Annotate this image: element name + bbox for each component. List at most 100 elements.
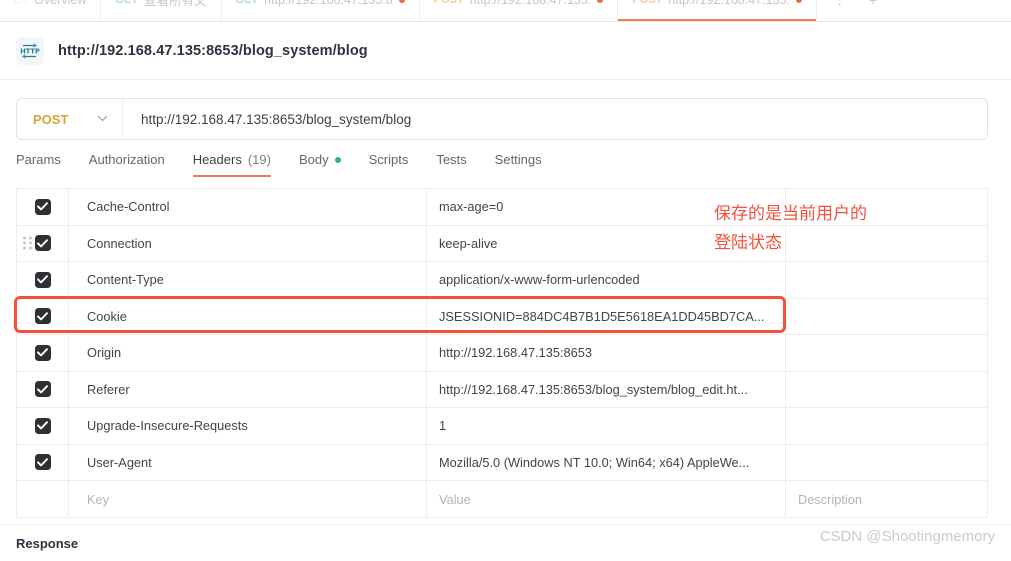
tab-method: POST [434, 0, 464, 6]
tab-label: http://192.168.47.135: [668, 0, 790, 7]
header-key[interactable]: Referer [69, 371, 427, 407]
tab-scripts[interactable]: Scripts [355, 152, 423, 177]
svg-text:HTTP: HTTP [20, 47, 40, 55]
page-title: http://192.168.47.135:8653/blog_system/b… [58, 42, 368, 59]
header-key[interactable]: Connection [69, 225, 427, 261]
tab-label: Tests [436, 152, 467, 167]
tab-tests[interactable]: Tests [422, 152, 480, 177]
tab-headers[interactable]: Headers (19) [179, 152, 285, 177]
tab-method: GET [115, 0, 138, 6]
checkbox-checked-icon[interactable] [34, 308, 51, 325]
url-input[interactable]: http://192.168.47.135:8653/blog_system/b… [123, 112, 987, 127]
tab-settings[interactable]: Settings [481, 152, 556, 177]
header-key[interactable]: User-Agent [69, 444, 427, 480]
method-select[interactable]: POST [17, 99, 123, 139]
method-label: POST [33, 111, 69, 127]
tab-label: Overview [34, 0, 86, 7]
chevron-down-icon [97, 114, 108, 125]
table-row[interactable]: Content-Type application/x-www-form-urle… [17, 262, 987, 299]
header-description[interactable] [786, 299, 987, 335]
checkbox-checked-icon[interactable] [34, 271, 51, 288]
header-description[interactable] [786, 262, 987, 298]
tab-label: 查看所有文 [143, 0, 207, 8]
checkbox-checked-icon[interactable] [34, 198, 51, 215]
drag-handle-icon[interactable] [23, 236, 32, 250]
row-enable-cell[interactable] [17, 444, 69, 480]
new-key-input[interactable]: Key [69, 481, 427, 517]
postman-request-screen: ◌◌ Overview GET 查看所有文 GET http://192.168… [0, 0, 1011, 561]
http-icon: HTTP [16, 36, 44, 65]
checkbox-checked-icon[interactable] [34, 454, 51, 471]
header-value[interactable]: 1 [427, 408, 786, 444]
checkbox-checked-icon[interactable] [34, 417, 51, 434]
checkbox-checked-icon[interactable] [34, 344, 51, 361]
response-label: Response [16, 535, 79, 551]
tab-method: POST [632, 0, 662, 6]
tab-body[interactable]: Body [285, 152, 355, 177]
checkbox-checked-icon[interactable] [34, 381, 51, 398]
request-section-tabs[interactable]: Params Authorization Headers (19) Body S… [16, 152, 988, 188]
table-row[interactable]: Referer http://192.168.47.135:8653/blog_… [17, 371, 987, 408]
url-bar[interactable]: POST http://192.168.47.135:8653/blog_sys… [16, 98, 988, 140]
tab-post-blog-1[interactable]: POST http://192.168.47.135: [420, 0, 619, 21]
header-key[interactable]: Cache-Control [69, 189, 427, 225]
row-enable-cell[interactable] [17, 262, 69, 298]
row-enable-cell[interactable] [17, 225, 69, 261]
table-row-new[interactable]: Key Value Description [17, 481, 987, 518]
unsaved-dot-icon [398, 0, 405, 3]
tab-get-view-all[interactable]: GET 查看所有文 [101, 0, 222, 21]
tab-label: Authorization [88, 152, 165, 167]
row-enable-cell[interactable] [17, 371, 69, 407]
table-row[interactable]: Upgrade-Insecure-Requests 1 [17, 408, 987, 445]
watermark: CSDN @Shootingmemory [819, 528, 995, 545]
tab-overflow-icon[interactable]: ⋮ [833, 0, 847, 8]
tab-label: http://192.168.47.135:8 [264, 0, 393, 7]
table-row[interactable]: User-Agent Mozilla/5.0 (Windows NT 10.0;… [17, 444, 987, 481]
header-key[interactable]: Origin [69, 335, 427, 371]
headers-count: (19) [247, 152, 271, 167]
new-value-input[interactable]: Value [427, 481, 786, 517]
new-description-input[interactable]: Description [786, 481, 987, 517]
unsaved-dot-icon [795, 0, 802, 3]
table-row-cookie[interactable]: Cookie JSESSIONID=884DC4B7B1D5E5618EA1DD… [17, 298, 987, 335]
tab-authorization[interactable]: Authorization [75, 152, 179, 177]
row-enable-cell[interactable] [17, 189, 69, 225]
tab-post-blog-2[interactable]: POST http://192.168.47.135: [618, 0, 817, 21]
header-description[interactable] [786, 408, 987, 444]
header-value[interactable]: http://192.168.47.135:8653 [427, 335, 786, 371]
header-value[interactable]: JSESSIONID=884DC4B7B1D5E5618EA1DD45BD7CA… [427, 298, 786, 334]
row-enable-cell[interactable] [17, 408, 69, 444]
header-key[interactable]: Content-Type [69, 262, 427, 298]
tab-params[interactable]: Params [16, 152, 75, 177]
tab-method: GET [236, 0, 259, 6]
annotation-text: 保存的是当前用户的 登陆状态 [714, 204, 867, 253]
tab-strip-tools[interactable]: ⋮ + [817, 0, 893, 21]
header-value[interactable]: http://192.168.47.135:8653/blog_system/b… [427, 371, 786, 407]
header-description[interactable] [786, 372, 987, 408]
header-value[interactable]: Mozilla/5.0 (Windows NT 10.0; Win64; x64… [427, 444, 786, 480]
unsaved-dot-icon [597, 0, 604, 3]
overview-icon: ◌◌ [14, 0, 28, 7]
request-title-row: HTTP http://192.168.47.135:8653/blog_sys… [0, 22, 1011, 80]
row-enable-cell[interactable] [17, 298, 69, 334]
table-row[interactable]: Origin http://192.168.47.135:8653 [17, 335, 987, 372]
header-key[interactable]: Upgrade-Insecure-Requests [69, 408, 427, 444]
tab-label: Headers [192, 152, 242, 167]
tab-label: http://192.168.47.135: [470, 0, 592, 7]
tab-label: Body [298, 152, 329, 167]
checkbox-checked-icon[interactable] [34, 235, 51, 252]
row-enable-cell[interactable] [17, 481, 69, 517]
tab-label: Scripts [368, 152, 409, 167]
header-value[interactable]: application/x-www-form-urlencoded [427, 262, 786, 298]
tab-label: Settings [494, 152, 542, 167]
header-key[interactable]: Cookie [69, 298, 427, 334]
tab-overview[interactable]: ◌◌ Overview [0, 0, 102, 21]
tab-label: Params [16, 152, 61, 167]
tab-get-blog-list[interactable]: GET http://192.168.47.135:8 [222, 0, 420, 21]
new-tab-icon[interactable]: + [869, 0, 877, 8]
row-enable-cell[interactable] [17, 335, 69, 371]
header-description[interactable] [786, 445, 987, 481]
request-tab-strip[interactable]: ◌◌ Overview GET 查看所有文 GET http://192.168… [0, 0, 1011, 22]
body-active-dot-icon [334, 156, 341, 163]
header-description[interactable] [786, 335, 987, 371]
